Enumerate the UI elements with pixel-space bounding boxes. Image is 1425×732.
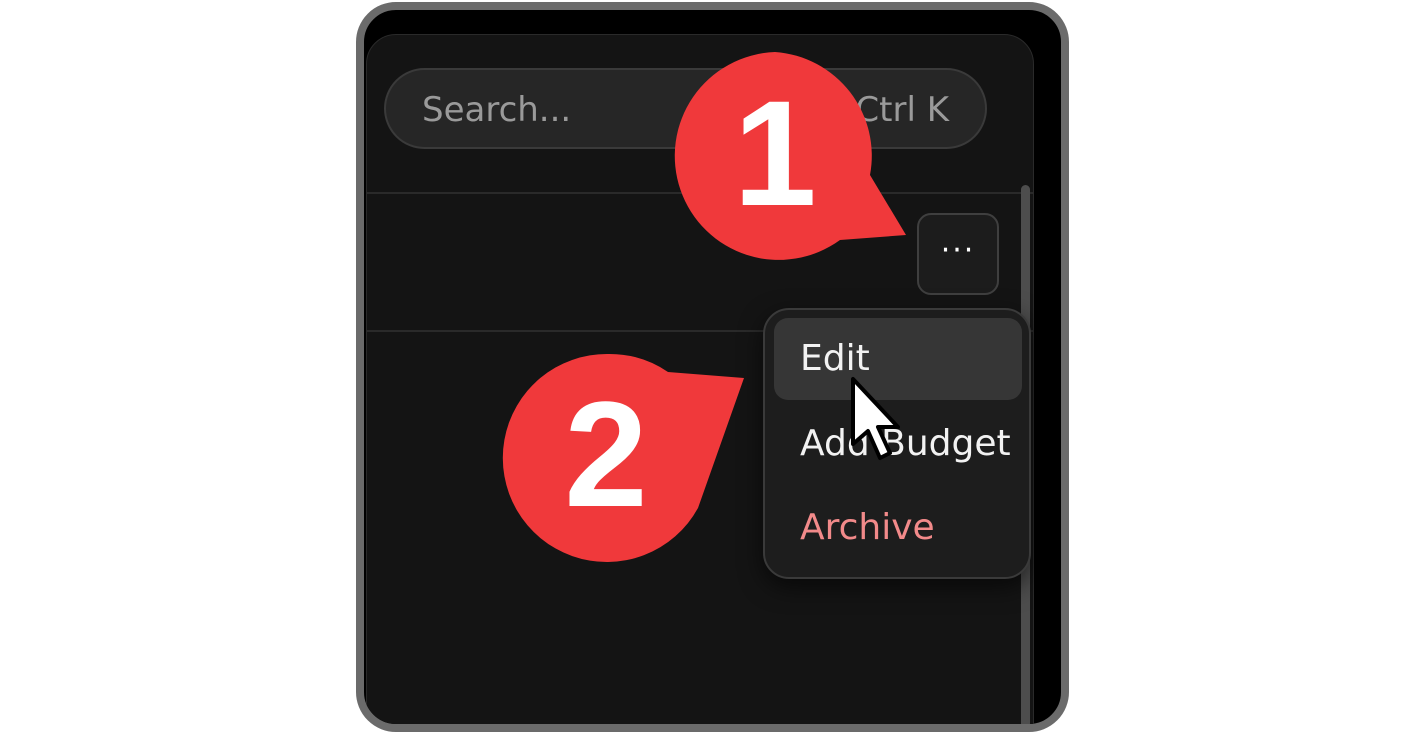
mouse-pointer-icon [851,377,900,460]
menu-item-archive[interactable]: Archive [774,487,1022,569]
callout-number: 1 [733,69,816,237]
callout-badge-2: 2 [502,353,744,562]
search-placeholder: Search... [422,90,572,130]
callout-number: 2 [564,370,647,538]
callout-badge-1: 1 [674,52,906,260]
more-options-button[interactable]: ··· [917,213,999,295]
